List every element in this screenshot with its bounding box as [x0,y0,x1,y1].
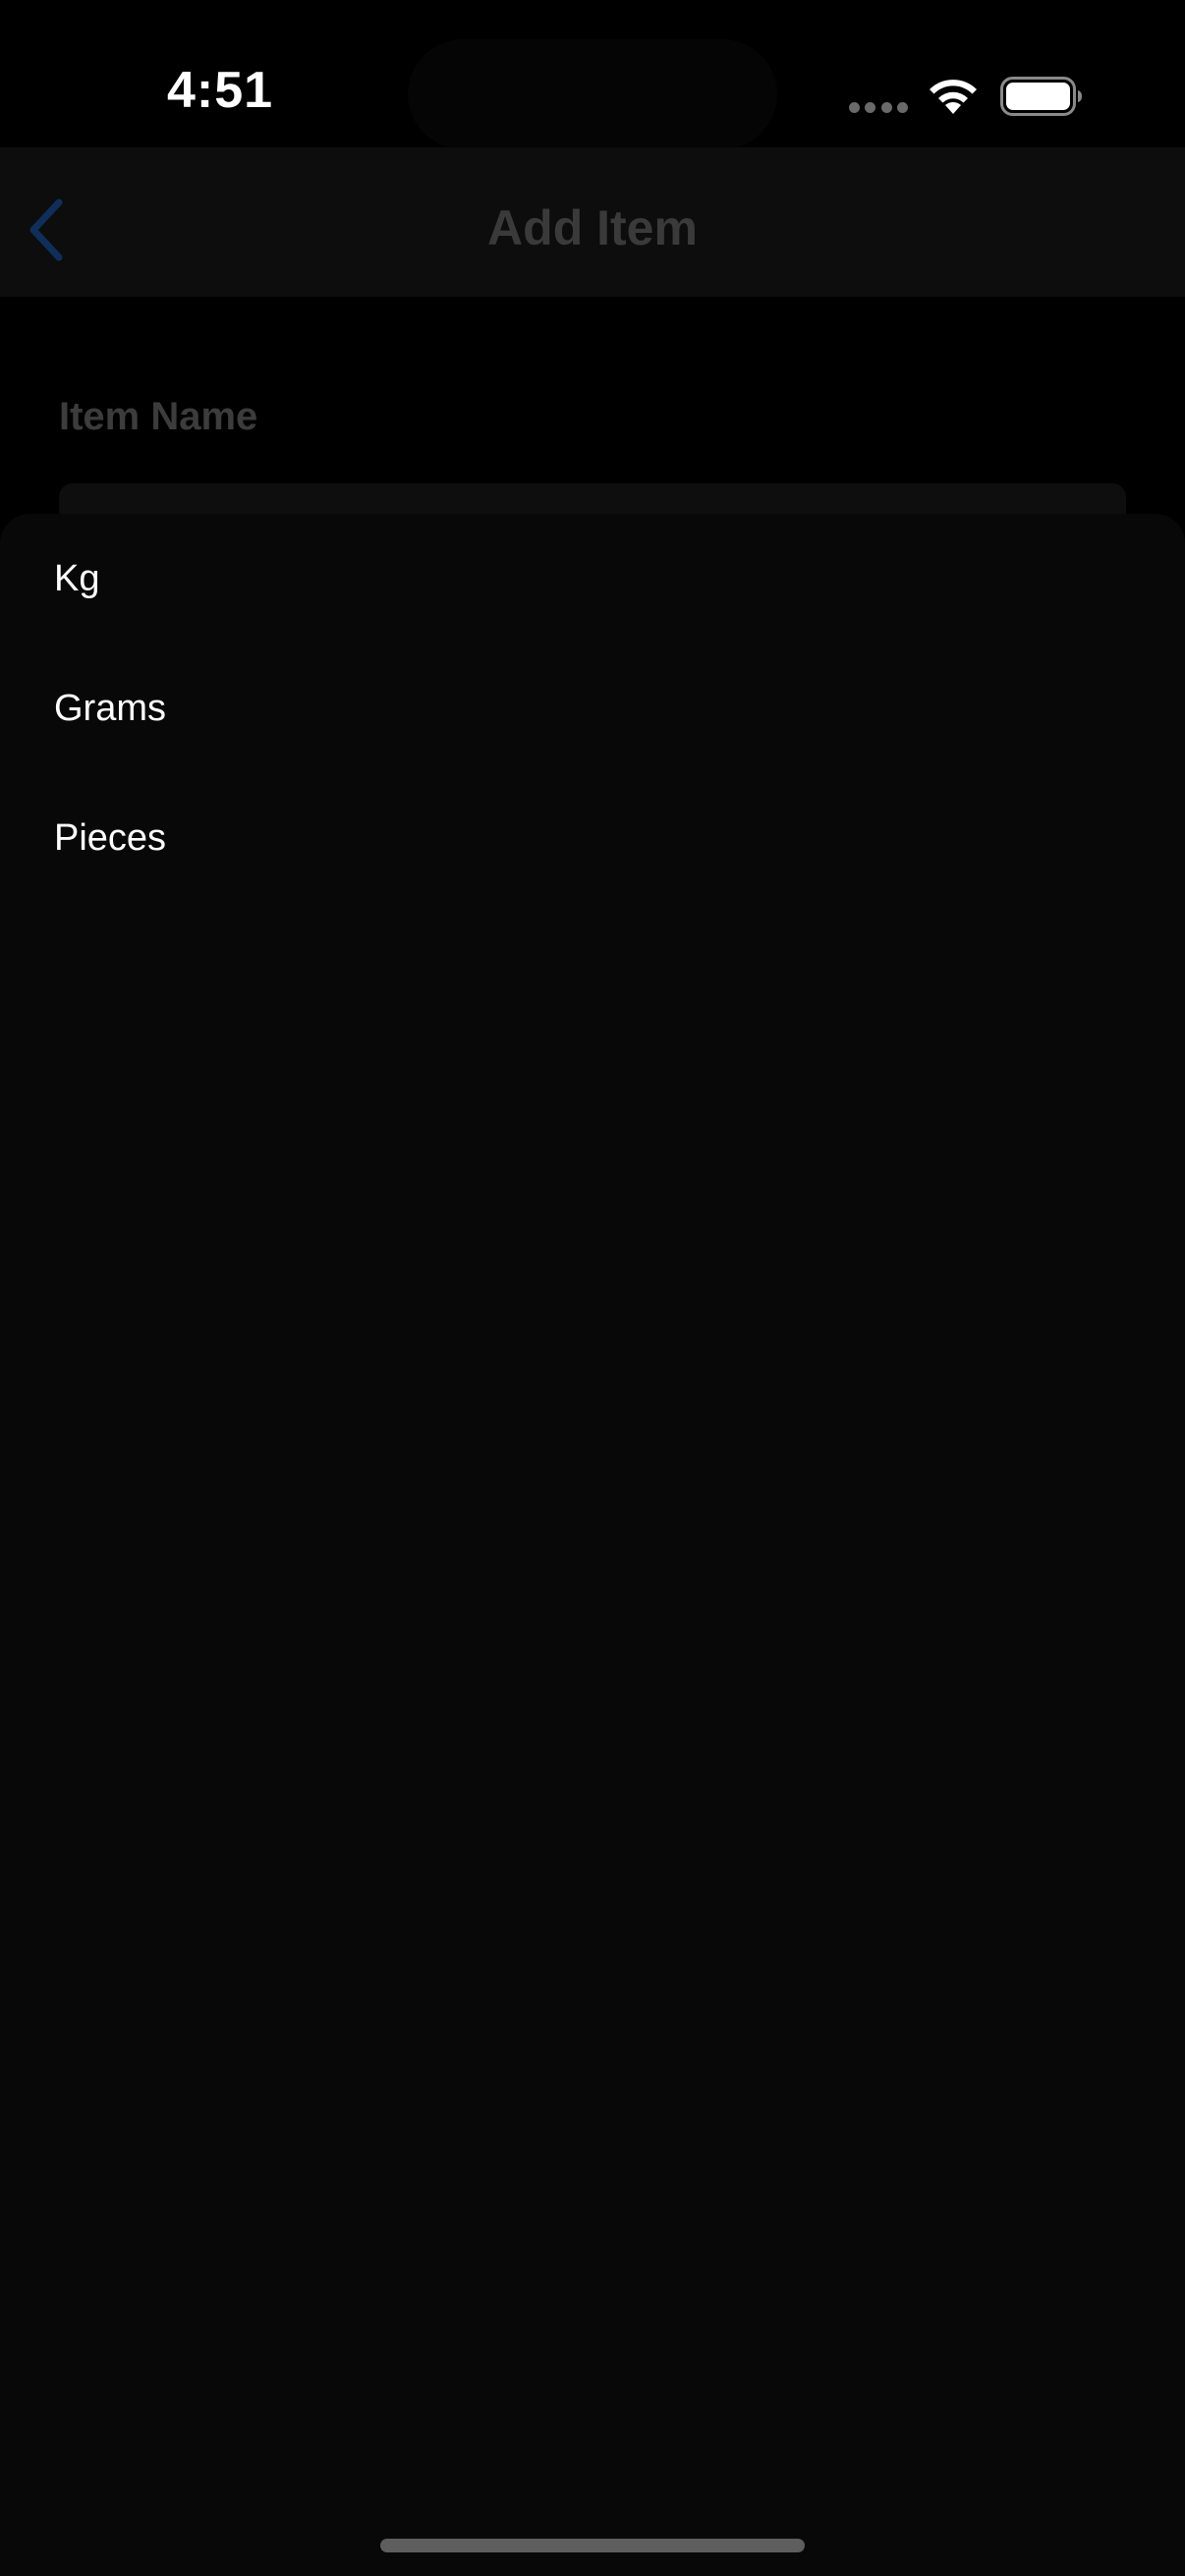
wifi-icon [930,80,977,114]
unit-option-label: Grams [54,688,166,729]
unit-option-label: Kg [54,558,100,599]
page-title: Add Item [487,200,698,255]
item-name-label: Item Name [59,395,258,438]
unit-option-grams[interactable]: Grams [0,644,1185,773]
unit-option-label: Pieces [54,817,167,859]
dynamic-island [408,39,777,149]
unit-picker-sheet: Kg Grams Pieces [0,514,1185,2576]
unit-option-kg[interactable]: Kg [0,514,1185,644]
cellular-signal-icon [849,102,908,114]
status-bar: 4:51 [0,0,1185,149]
unit-option-pieces[interactable]: Pieces [0,773,1185,903]
battery-icon [1000,77,1082,116]
status-time: 4:51 [167,62,274,119]
home-indicator[interactable] [380,2539,805,2552]
